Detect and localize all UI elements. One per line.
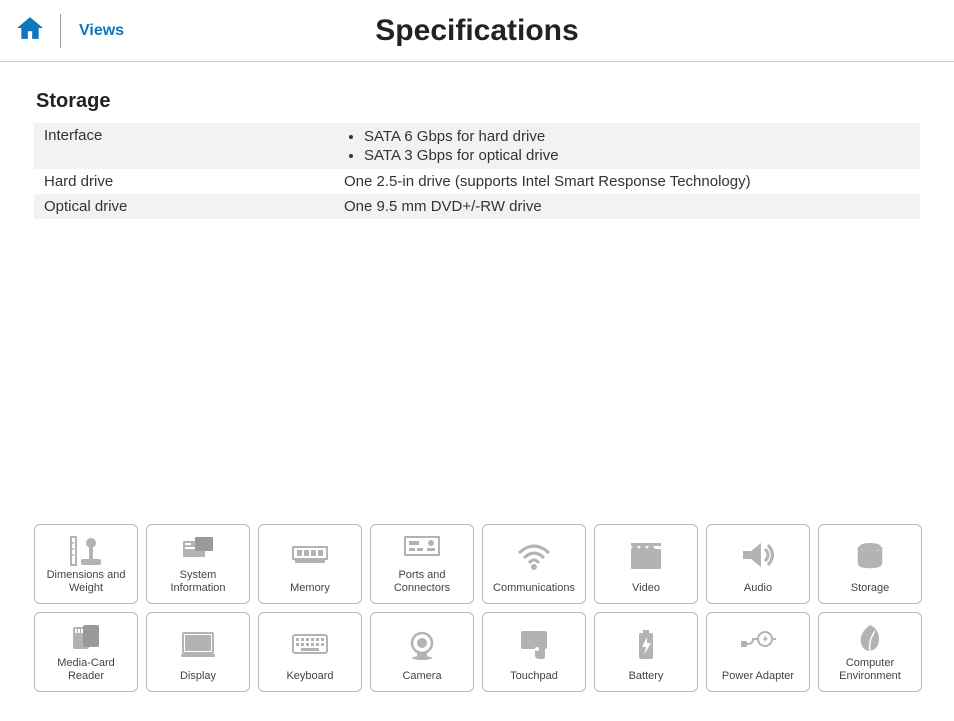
home-icon — [17, 17, 43, 44]
tile-system[interactable]: System Information — [146, 524, 250, 604]
system-icon — [177, 531, 219, 569]
tile-label: Display — [180, 670, 216, 683]
storage-icon — [849, 531, 891, 582]
tile-label: Dimensions and Weight — [39, 569, 133, 595]
tile-label: Video — [632, 582, 660, 595]
tile-ports[interactable]: Ports and Connectors — [370, 524, 474, 604]
section-title: Storage — [34, 90, 920, 113]
page-title: Specifications — [0, 14, 954, 48]
tile-dimensions[interactable]: Dimensions and Weight — [34, 524, 138, 604]
tile-display[interactable]: Display — [146, 612, 250, 692]
tile-touchpad[interactable]: Touchpad — [482, 612, 586, 692]
audio-icon — [737, 531, 779, 582]
tile-power[interactable]: Power Adapter — [706, 612, 810, 692]
tile-row: Dimensions and Weight System Information M… — [34, 524, 922, 604]
tile-label: Audio — [744, 582, 772, 595]
views-link[interactable]: Views — [79, 22, 124, 40]
tile-label: System Information — [151, 569, 245, 595]
spec-list-item: SATA 6 Gbps for hard drive — [364, 127, 910, 146]
tile-label: Communications — [493, 582, 575, 595]
table-row: Optical drive One 9.5 mm DVD+/-RW drive — [34, 194, 920, 219]
wireless-icon — [513, 531, 555, 582]
tile-label: Power Adapter — [722, 670, 794, 683]
environment-icon — [849, 619, 891, 657]
display-icon — [177, 619, 219, 670]
spec-table: Interface SATA 6 Gbps for hard drive SAT… — [34, 123, 920, 219]
tile-label: Camera — [402, 670, 441, 683]
tile-video[interactable]: Video — [594, 524, 698, 604]
spec-list-item: SATA 3 Gbps for optical drive — [364, 146, 910, 165]
tile-wireless[interactable]: Communications — [482, 524, 586, 604]
table-row: Interface SATA 6 Gbps for hard drive SAT… — [34, 123, 920, 169]
tile-label: Memory — [290, 582, 330, 595]
tile-memory[interactable]: Memory — [258, 524, 362, 604]
tile-label: Storage — [851, 582, 890, 595]
tile-environment[interactable]: Computer Environment — [818, 612, 922, 692]
home-button[interactable] — [0, 17, 60, 45]
tile-label: Touchpad — [510, 670, 558, 683]
tile-label: Media-Card Reader — [39, 657, 133, 683]
spec-label: Interface — [34, 123, 334, 169]
ports-icon — [401, 531, 443, 569]
spec-label: Hard drive — [34, 169, 334, 194]
header: Views Specifications — [0, 0, 954, 62]
tile-keyboard[interactable]: Keyboard — [258, 612, 362, 692]
tile-audio[interactable]: Audio — [706, 524, 810, 604]
tile-row: Media-Card Reader Display Keyboard Camera To… — [34, 612, 922, 692]
tile-mediacard[interactable]: Media-Card Reader — [34, 612, 138, 692]
tile-label: Ports and Connectors — [375, 569, 469, 595]
power-icon — [737, 619, 779, 670]
touchpad-icon — [513, 619, 555, 670]
spec-label: Optical drive — [34, 194, 334, 219]
keyboard-icon — [289, 619, 331, 670]
tile-label: Battery — [629, 670, 664, 683]
mediacard-icon — [65, 619, 107, 657]
spec-value: One 2.5-in drive (supports Intel Smart R… — [334, 169, 920, 194]
tile-camera[interactable]: Camera — [370, 612, 474, 692]
tile-label: Keyboard — [286, 670, 333, 683]
tile-storage[interactable]: Storage — [818, 524, 922, 604]
spec-value: One 9.5 mm DVD+/-RW drive — [334, 194, 920, 219]
video-icon — [625, 531, 667, 582]
content-area: Storage Interface SATA 6 Gbps for hard d… — [0, 62, 954, 219]
tile-battery[interactable]: Battery — [594, 612, 698, 692]
spec-value: SATA 6 Gbps for hard drive SATA 3 Gbps f… — [334, 123, 920, 169]
category-tiles: Dimensions and Weight System Information M… — [34, 524, 922, 692]
table-row: Hard drive One 2.5-in drive (supports In… — [34, 169, 920, 194]
dimensions-icon — [65, 531, 107, 569]
memory-icon — [289, 531, 331, 582]
battery-icon — [625, 619, 667, 670]
tile-label: Computer Environment — [823, 657, 917, 683]
camera-icon — [401, 619, 443, 670]
header-divider — [60, 14, 61, 48]
